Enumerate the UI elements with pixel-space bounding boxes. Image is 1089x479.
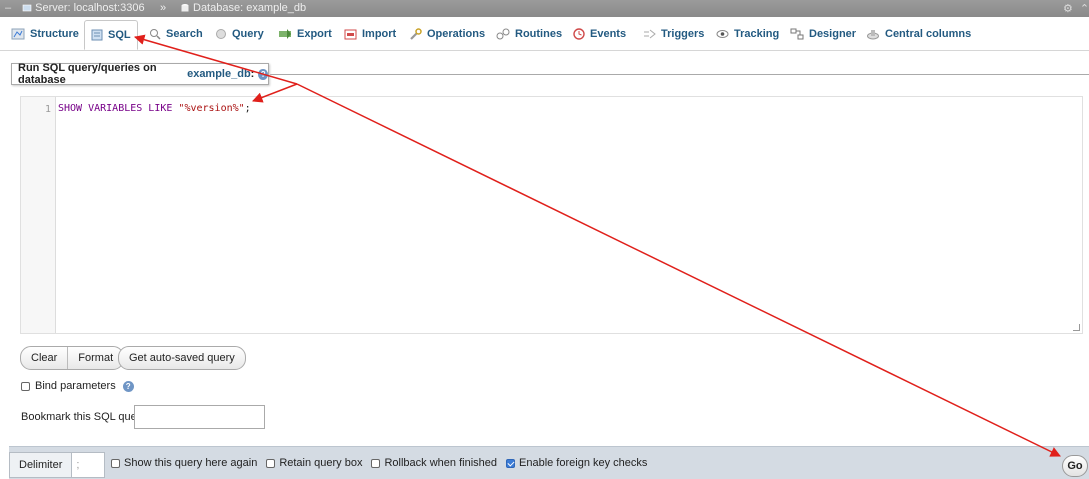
line-number: 1	[44, 104, 51, 115]
bind-parameters-checkbox[interactable]	[21, 381, 30, 391]
central-columns-icon	[867, 29, 879, 39]
clock-icon	[573, 27, 585, 40]
tab-label: Import	[362, 27, 397, 40]
bookmark-input[interactable]	[134, 405, 265, 429]
retain-query-box-checkbox[interactable]	[266, 458, 276, 468]
sql-icon	[91, 29, 103, 41]
retain-query-box-label: Retain query box	[279, 457, 363, 469]
tab-designer[interactable]: Designer	[788, 17, 858, 50]
server-label[interactable]: Server: localhost:3306	[35, 2, 144, 14]
tab-label: Export	[297, 27, 332, 40]
tab-central-columns[interactable]: Central columns	[864, 17, 973, 50]
sql-editor[interactable]: 1 SHOW VARIABLES LIKE "%version%";	[20, 96, 1083, 334]
query-footer: Delimiter ; Show this query here again R…	[9, 446, 1089, 479]
sql-code-line[interactable]: SHOW VARIABLES LIKE "%version%";	[58, 103, 251, 114]
tab-sql[interactable]: SQL	[84, 20, 138, 50]
routines-icon	[496, 28, 510, 39]
clear-format-group: Clear Format	[20, 346, 125, 370]
tab-search[interactable]: Search	[147, 17, 205, 50]
rollback-checkbox[interactable]	[371, 458, 381, 468]
sql-terminator: ;	[244, 103, 251, 114]
tab-label: Query	[232, 27, 264, 40]
breadcrumb-bar: – Server: localhost:3306 » Database: exa…	[0, 0, 1089, 17]
foreign-key-checks-label: Enable foreign key checks	[519, 457, 648, 469]
bookmark-label: Bookmark this SQL query:	[21, 411, 149, 423]
legend-colon: :	[250, 68, 255, 80]
triggers-icon	[644, 29, 656, 38]
database-icon	[181, 4, 189, 12]
tab-label: Central columns	[885, 27, 972, 40]
tab-label: SQL	[108, 29, 131, 41]
line-number-gutter: 1	[21, 97, 56, 333]
tab-label: Events	[590, 27, 627, 40]
format-button[interactable]: Format	[67, 347, 123, 369]
tab-import[interactable]: Import	[342, 17, 398, 50]
bind-parameters-row[interactable]: Bind parameters ?	[21, 380, 134, 392]
collapse-arrows-icon[interactable]: ⌃	[1080, 2, 1089, 15]
settings-icon[interactable]: ⚙ ⌃	[1063, 2, 1089, 15]
clear-button[interactable]: Clear	[21, 347, 67, 369]
database-link[interactable]: example_db	[187, 68, 251, 80]
tab-events[interactable]: Events	[571, 17, 628, 50]
tab-export[interactable]: Export	[276, 17, 334, 50]
help-icon[interactable]: ?	[258, 68, 268, 80]
get-auto-saved-query-button[interactable]: Get auto-saved query	[119, 347, 245, 369]
tab-label: Structure	[30, 27, 79, 40]
query-legend: Run SQL query/queries on database exampl…	[11, 62, 269, 86]
separator-glyph: »	[160, 2, 167, 14]
query-icon	[216, 28, 226, 39]
show-query-again-checkbox[interactable]	[111, 458, 120, 468]
foreign-key-checks-checkbox[interactable]	[506, 458, 515, 468]
help-icon[interactable]: ?	[122, 380, 134, 392]
sql-string: "%version%"	[178, 103, 245, 114]
tab-bar: Structure SQL Search Query Export Import…	[0, 17, 1089, 51]
eye-icon	[716, 29, 729, 38]
search-icon	[150, 28, 161, 40]
export-icon	[279, 28, 291, 39]
wrench-icon	[410, 27, 422, 40]
tab-label: Routines	[515, 27, 563, 40]
tab-label: Operations	[427, 27, 486, 40]
rollback-label: Rollback when finished	[384, 457, 497, 469]
tab-label: Search	[166, 27, 203, 40]
tab-label: Designer	[809, 27, 857, 40]
bookmark-row: Bookmark this SQL query:	[21, 411, 149, 423]
database-label[interactable]: Database: example_db	[193, 2, 306, 14]
breadcrumb-server[interactable]: – Server: localhost:3306	[5, 2, 145, 14]
tab-label: Tracking	[734, 27, 780, 40]
collapse-icon[interactable]: –	[5, 2, 11, 14]
designer-icon	[790, 28, 804, 39]
legend-text: Run SQL query/queries on database	[18, 62, 157, 86]
sql-keywords: SHOW VARIABLES LIKE	[58, 103, 173, 114]
import-icon	[344, 29, 357, 39]
tab-operations[interactable]: Operations	[407, 17, 487, 50]
delimiter-label: Delimiter	[19, 459, 63, 471]
bind-parameters-label: Bind parameters	[35, 380, 116, 392]
tab-label: Triggers	[661, 27, 705, 40]
breadcrumb-database[interactable]: Database: example_db	[180, 2, 306, 14]
footer-options: Show this query here again Retain query …	[111, 457, 647, 469]
resize-grip-icon[interactable]	[1073, 324, 1080, 331]
tab-triggers[interactable]: Triggers	[641, 17, 706, 50]
tab-tracking[interactable]: Tracking	[714, 17, 781, 50]
server-icon	[22, 4, 32, 12]
show-query-again-label: Show this query here again	[124, 457, 258, 469]
auto-saved-group: Get auto-saved query	[118, 346, 246, 370]
delimiter-group: Delimiter ;	[9, 452, 106, 478]
breadcrumb-separator: »	[160, 2, 166, 14]
go-button[interactable]: Go	[1062, 455, 1088, 477]
structure-icon	[11, 28, 25, 39]
tab-routines[interactable]: Routines	[494, 17, 564, 50]
tab-query[interactable]: Query	[213, 17, 266, 50]
tab-structure[interactable]: Structure	[9, 17, 81, 50]
delimiter-input[interactable]: ;	[71, 453, 105, 477]
fieldset-border	[270, 74, 1089, 75]
